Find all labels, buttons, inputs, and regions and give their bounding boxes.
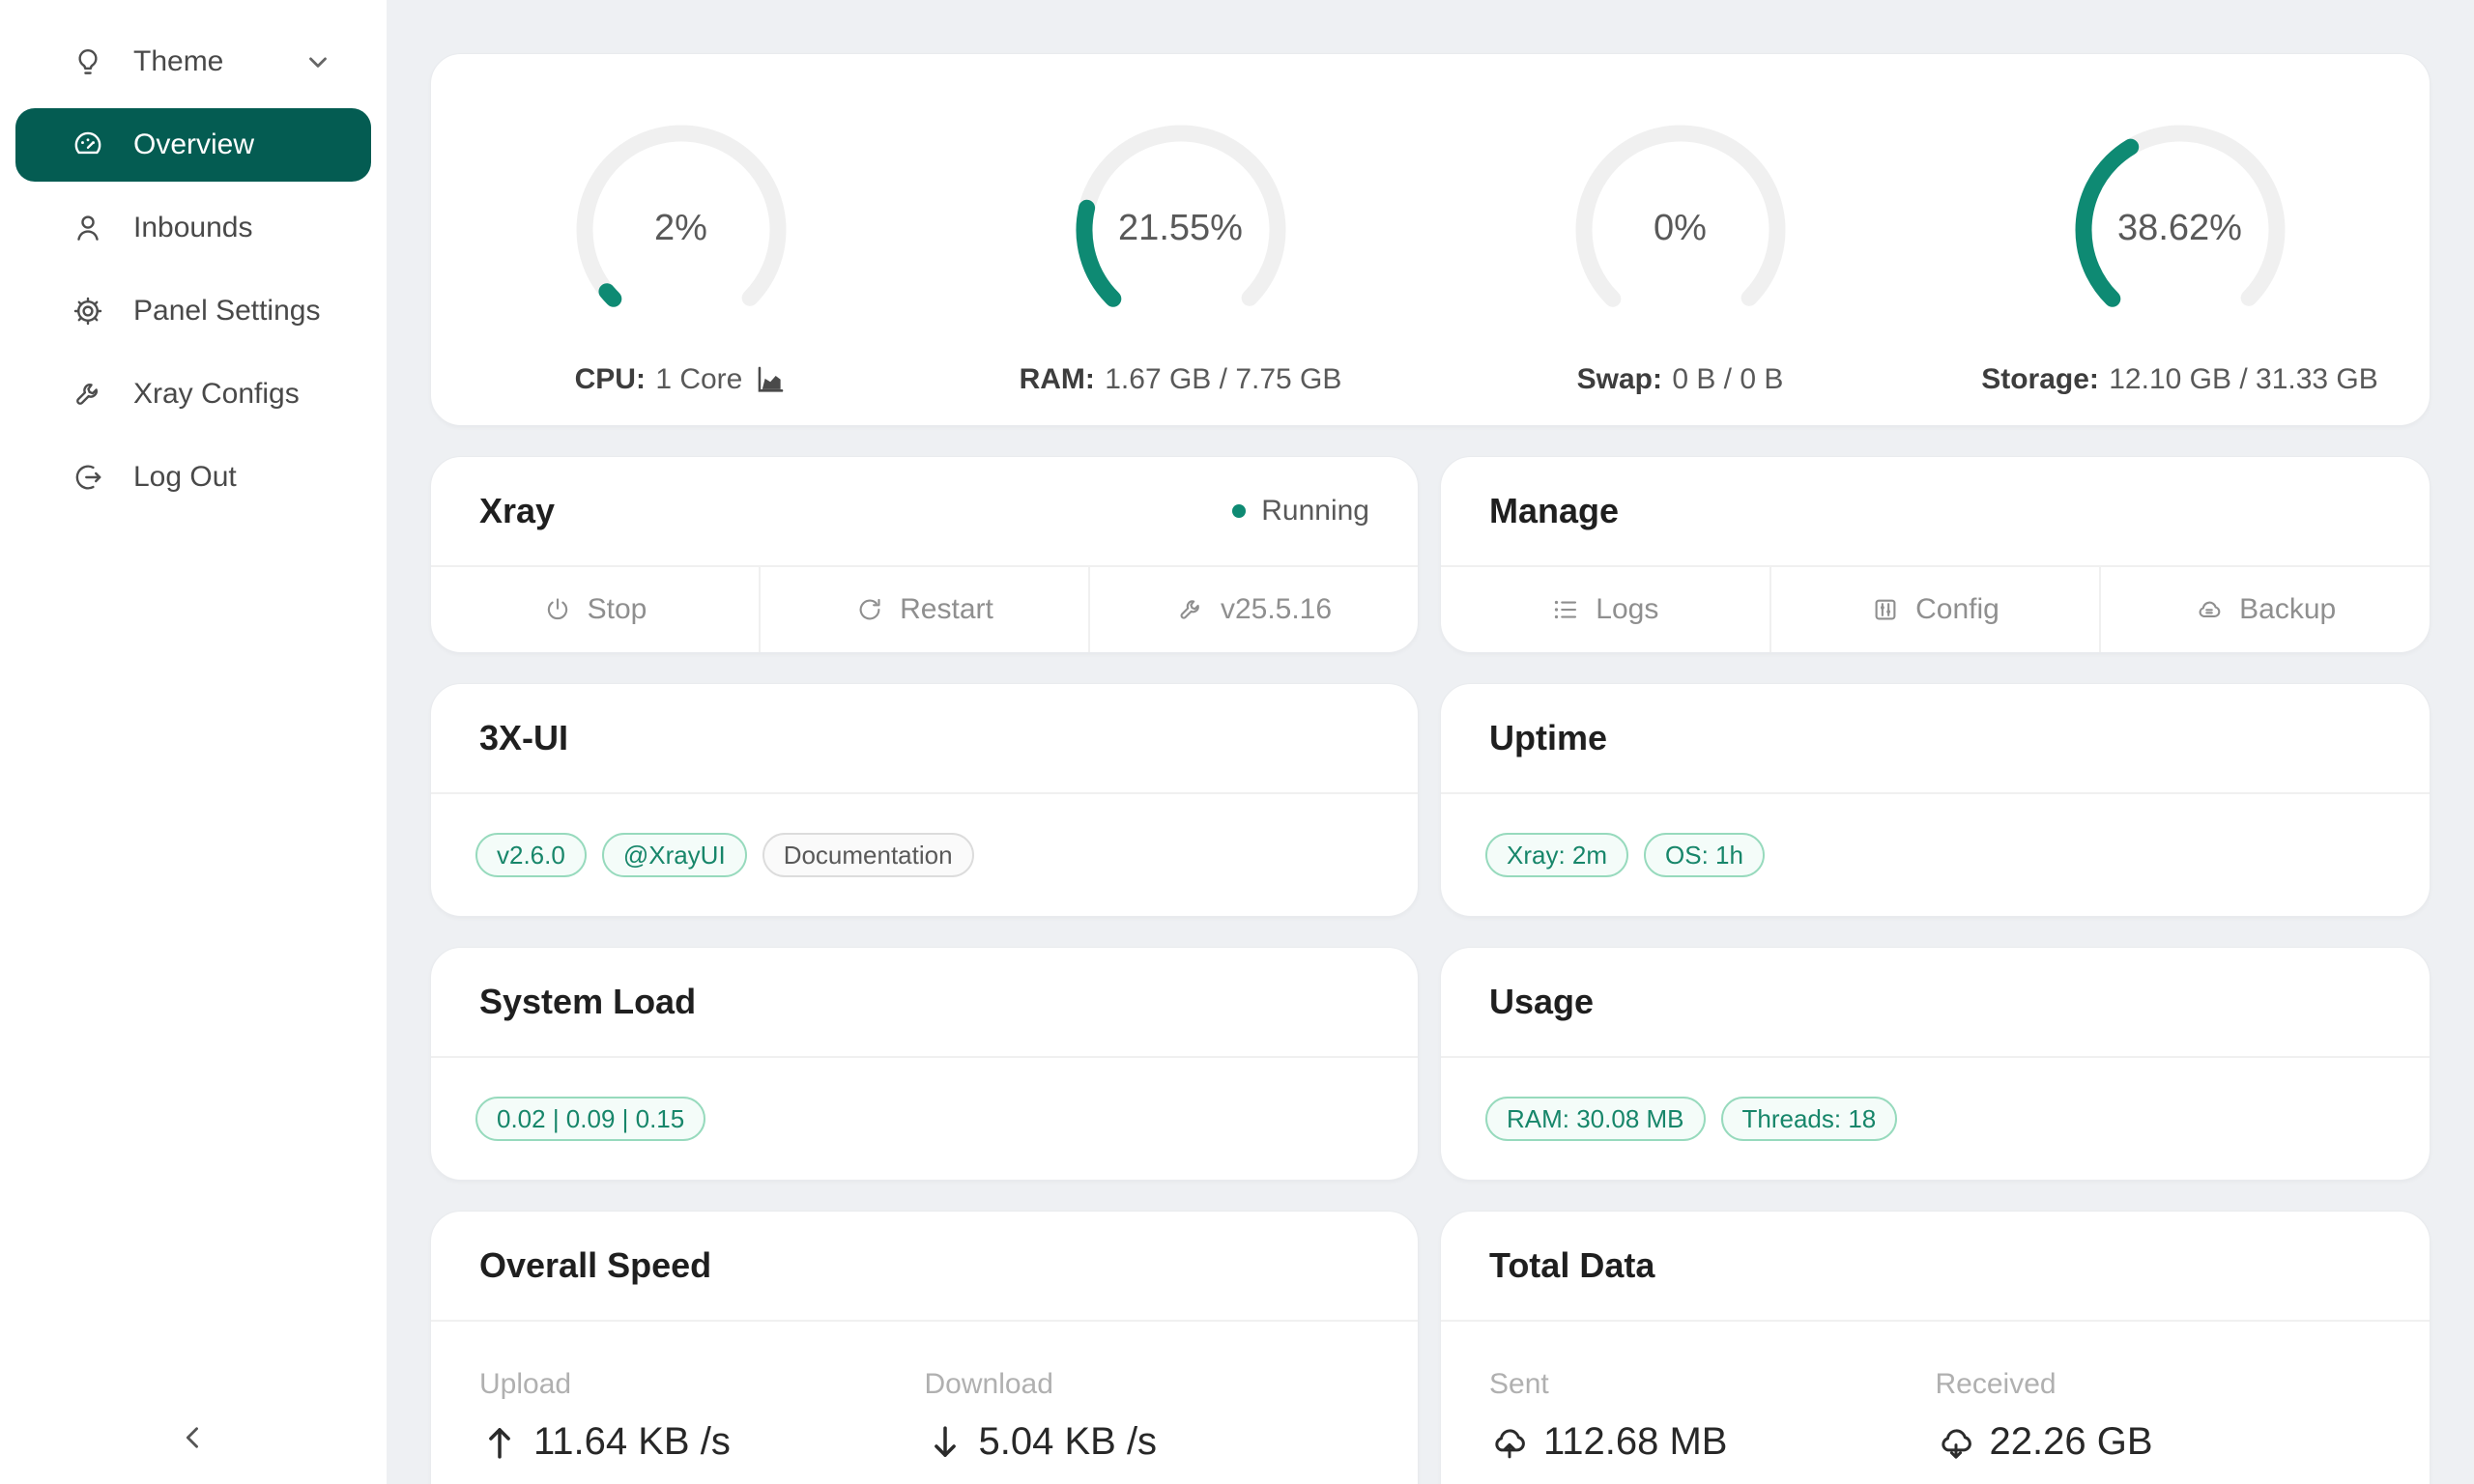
sidebar-item-label: Log Out (133, 461, 237, 494)
xray-version-button[interactable]: v25.5.16 (1088, 567, 1418, 652)
download-speed-stat: Download 5.04 KB /s (925, 1368, 1370, 1464)
swap-label: Swap: 0 B / 0 B (1577, 363, 1784, 396)
main-content: 2% CPU: 1 Core 21.55% RAM: 1.67 GB / 7.7… (387, 0, 2474, 1484)
usage-card: Usage RAM: 30.08 MB Threads: 18 (1440, 947, 2431, 1181)
card-title: Total Data (1489, 1245, 1654, 1286)
received-data-stat: Received 22.26 GB (1936, 1368, 2382, 1464)
cpu-percent: 2% (565, 208, 797, 249)
sidebar-item-label: Xray Configs (133, 378, 300, 411)
chevron-left-icon (177, 1421, 210, 1454)
card-title: 3X-UI (479, 718, 568, 758)
sidebar-item-label: Panel Settings (133, 295, 320, 328)
reload-icon (855, 595, 884, 624)
storage-label: Storage: 12.10 GB / 31.33 GB (1981, 363, 2378, 396)
logs-button[interactable]: Logs (1441, 567, 1769, 652)
sidebar-item-label: Overview (133, 128, 254, 161)
chevron-down-icon (303, 47, 332, 76)
cloud-server-icon (2195, 595, 2224, 624)
card-title: Manage (1489, 491, 1619, 531)
xray-uptime-tag: Xray: 2m (1485, 833, 1628, 877)
wrench-icon (72, 378, 104, 411)
swap-percent: 0% (1565, 208, 1797, 249)
sidebar: Theme Overview Inbounds Panel Settings (0, 0, 387, 1484)
sliders-icon (1871, 595, 1900, 624)
threads-tag: Threads: 18 (1721, 1097, 1898, 1141)
sidebar-item-overview[interactable]: Overview (15, 108, 371, 182)
status-dot (1232, 504, 1246, 518)
overall-speed-card: Overall Speed Upload 11.64 KB /s Downloa… (430, 1211, 1419, 1484)
threexui-card: 3X-UI v2.6.0 @XrayUI Documentation (430, 683, 1419, 917)
version-tag[interactable]: v2.6.0 (475, 833, 587, 877)
uptime-card: Uptime Xray: 2m OS: 1h (1440, 683, 2431, 917)
upload-speed-stat: Upload 11.64 KB /s (479, 1368, 925, 1464)
power-icon (543, 595, 572, 624)
ram-gauge: 21.55% RAM: 1.67 GB / 7.75 GB (931, 54, 1430, 425)
sidebar-item-log-out[interactable]: Log Out (15, 441, 371, 514)
gear-icon (72, 295, 104, 328)
arrow-down-icon (925, 1422, 965, 1463)
sidebar-item-theme[interactable]: Theme (15, 25, 371, 99)
list-icon (1551, 595, 1580, 624)
swap-gauge: 0% Swap: 0 B / 0 B (1430, 54, 1930, 425)
sidebar-item-label: Theme (133, 45, 223, 78)
storage-percent: 38.62% (2064, 208, 2296, 249)
card-title: Uptime (1489, 718, 1607, 758)
sent-data-stat: Sent 112.68 MB (1489, 1368, 1936, 1464)
xray-status: Running (1232, 495, 1369, 528)
arrow-up-icon (479, 1422, 520, 1463)
user-icon (72, 212, 104, 244)
config-button[interactable]: Config (1769, 567, 2100, 652)
collapse-sidebar-button[interactable] (0, 1411, 387, 1465)
card-title: Usage (1489, 982, 1594, 1022)
cpu-gauge: 2% CPU: 1 Core (431, 54, 931, 425)
logout-icon (72, 461, 104, 494)
ram-percent: 21.55% (1065, 208, 1297, 249)
system-load-card: System Load 0.02 | 0.09 | 0.15 (430, 947, 1419, 1181)
cpu-label: CPU: 1 Core (575, 363, 788, 396)
backup-button[interactable]: Backup (2099, 567, 2430, 652)
sidebar-item-label: Inbounds (133, 212, 252, 244)
wrench-icon (1176, 595, 1205, 624)
restart-button[interactable]: Restart (759, 567, 1088, 652)
card-title: Xray (479, 491, 555, 531)
area-chart-icon[interactable] (754, 363, 787, 396)
sidebar-item-panel-settings[interactable]: Panel Settings (15, 274, 371, 348)
system-gauges-card: 2% CPU: 1 Core 21.55% RAM: 1.67 GB / 7.7… (430, 53, 2431, 426)
ram-label: RAM: 1.67 GB / 7.75 GB (1020, 363, 1342, 396)
cloud-upload-icon (1489, 1422, 1530, 1463)
card-title: System Load (479, 982, 696, 1022)
xray-card: Xray Running Stop Restart (430, 456, 1419, 653)
os-uptime-tag: OS: 1h (1644, 833, 1765, 877)
telegram-tag[interactable]: @XrayUI (602, 833, 747, 877)
documentation-tag[interactable]: Documentation (762, 833, 974, 877)
manage-card: Manage Logs Confi (1440, 456, 2431, 653)
stop-button[interactable]: Stop (431, 567, 759, 652)
lightbulb-icon (72, 45, 104, 78)
cloud-download-icon (1936, 1422, 1976, 1463)
dashboard-icon (72, 128, 104, 161)
card-title: Overall Speed (479, 1245, 711, 1286)
total-data-card: Total Data Sent 112.68 MB Received (1440, 1211, 2431, 1484)
storage-gauge: 38.62% Storage: 12.10 GB / 31.33 GB (1930, 54, 2430, 425)
load-average-tag: 0.02 | 0.09 | 0.15 (475, 1097, 705, 1141)
sidebar-item-inbounds[interactable]: Inbounds (15, 191, 371, 265)
sidebar-item-xray-configs[interactable]: Xray Configs (15, 357, 371, 431)
ram-usage-tag: RAM: 30.08 MB (1485, 1097, 1706, 1141)
